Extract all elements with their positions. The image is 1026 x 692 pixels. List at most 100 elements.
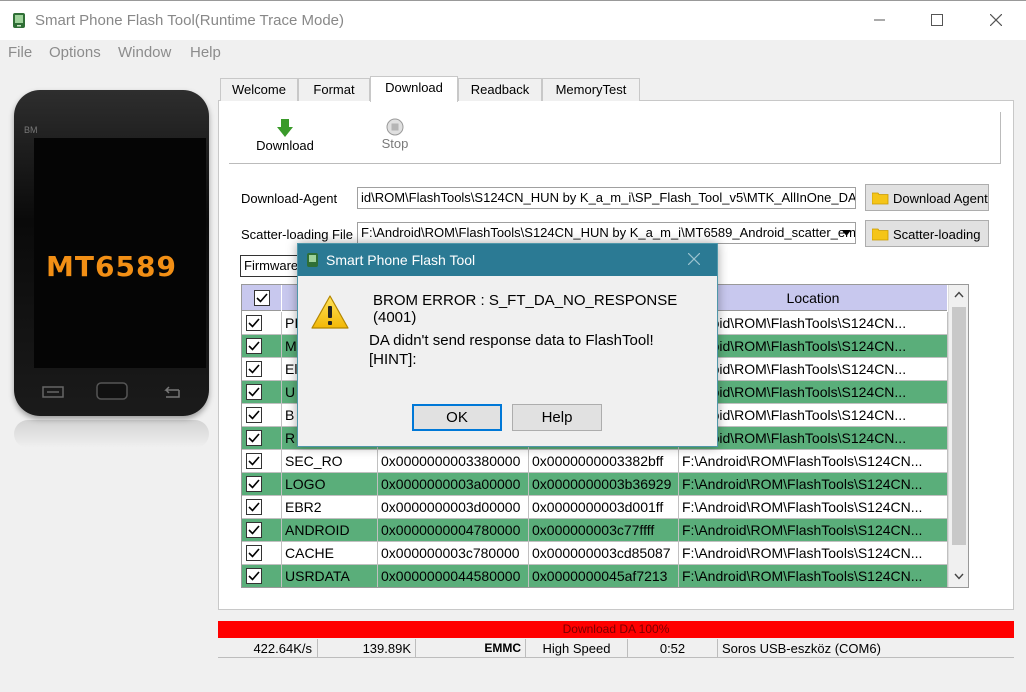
check-icon bbox=[248, 433, 260, 443]
check-icon bbox=[248, 479, 260, 489]
row-select-cell bbox=[242, 335, 282, 358]
stop-button[interactable]: Stop bbox=[365, 112, 425, 162]
app-icon bbox=[13, 13, 25, 28]
minimize-button[interactable] bbox=[852, 1, 908, 41]
error-dialog: Smart Phone Flash Tool BROM ERROR : S_FT… bbox=[297, 243, 718, 447]
cell-location: F:\Android\ROM\FlashTools\S124CN... bbox=[679, 473, 948, 496]
maximize-button[interactable] bbox=[909, 1, 965, 41]
scatter-label: Scatter-loading File bbox=[241, 227, 353, 242]
row-checkbox[interactable] bbox=[246, 361, 262, 377]
download-agent-label: Download-Agent bbox=[241, 191, 338, 206]
help-button[interactable]: Help bbox=[512, 404, 602, 431]
dialog-title: Smart Phone Flash Tool bbox=[326, 252, 476, 268]
table-row[interactable]: EBR2 0x0000000003d00000 0x0000000003d001ff… bbox=[242, 496, 948, 519]
menu-help[interactable]: Help bbox=[190, 44, 221, 61]
cell-location: F:\Android\ROM\FlashTools\S124CN... bbox=[679, 542, 948, 565]
scatter-select[interactable]: F:\Android\ROM\FlashTools\S124CN_HUN by … bbox=[357, 222, 856, 244]
cell-location: Android\ROM\FlashTools\S124CN... bbox=[679, 358, 948, 381]
cell-begin: 0x0000000044580000 bbox=[378, 565, 529, 587]
download-arrow-icon bbox=[277, 119, 293, 137]
header-location: Location bbox=[679, 285, 948, 311]
table-row[interactable]: SEC_RO 0x0000000003380000 0x0000000003382b… bbox=[242, 450, 948, 473]
row-checkbox[interactable] bbox=[246, 476, 262, 492]
check-icon bbox=[248, 410, 260, 420]
download-agent-button[interactable]: Download Agent bbox=[865, 184, 989, 211]
vertical-scrollbar[interactable] bbox=[948, 285, 968, 587]
row-checkbox[interactable] bbox=[246, 499, 262, 515]
tab-readback[interactable]: Readback bbox=[458, 78, 542, 101]
menu-options[interactable]: Options bbox=[49, 44, 101, 61]
cell-location: F:\Android\ROM\FlashTools\S124CN... bbox=[679, 450, 948, 473]
title-bar: Smart Phone Flash Tool(Runtime Trace Mod… bbox=[0, 0, 1026, 40]
cell-location: Android\ROM\FlashTools\S124CN... bbox=[679, 312, 948, 335]
progress-bar: Download DA 100% bbox=[218, 621, 1014, 638]
check-icon bbox=[248, 571, 260, 581]
row-select-cell bbox=[242, 542, 282, 565]
row-select-cell bbox=[242, 427, 282, 450]
check-icon bbox=[256, 293, 268, 303]
row-checkbox[interactable] bbox=[246, 384, 262, 400]
menu-bar: File Options Window Help bbox=[0, 40, 1026, 65]
cell-location: Android\ROM\FlashTools\S124CN... bbox=[679, 427, 948, 450]
cell-begin: 0x0000000003a00000 bbox=[378, 473, 529, 496]
check-icon bbox=[248, 364, 260, 374]
menu-key-icon bbox=[42, 386, 64, 398]
row-checkbox[interactable] bbox=[246, 522, 262, 538]
download-button[interactable]: Download bbox=[247, 112, 323, 162]
chevron-up-icon[interactable] bbox=[954, 291, 964, 298]
cell-end: 0x000000003cd85087 bbox=[529, 542, 679, 565]
cell-begin: 0x0000000003380000 bbox=[378, 450, 529, 473]
row-select-cell bbox=[242, 450, 282, 473]
cell-name: SEC_RO bbox=[282, 450, 378, 473]
menu-window[interactable]: Window bbox=[118, 44, 171, 61]
cell-begin: 0x0000000003d00000 bbox=[378, 496, 529, 519]
check-icon bbox=[248, 387, 260, 397]
check-icon bbox=[248, 548, 260, 558]
check-icon bbox=[248, 502, 260, 512]
table-row[interactable]: LOGO 0x0000000003a00000 0x0000000003b36929… bbox=[242, 473, 948, 496]
tab-format[interactable]: Format bbox=[298, 78, 370, 101]
tab-download[interactable]: Download bbox=[370, 76, 458, 102]
tab-welcome[interactable]: Welcome bbox=[220, 78, 298, 101]
tab-memorytest[interactable]: MemoryTest bbox=[542, 78, 640, 101]
minimize-icon bbox=[874, 19, 885, 21]
table-row[interactable]: USRDATA 0x0000000044580000 0x0000000045af7… bbox=[242, 565, 948, 587]
phone-brand: BM bbox=[24, 125, 38, 135]
table-row[interactable]: CACHE 0x000000003c780000 0x000000003cd8508… bbox=[242, 542, 948, 565]
row-checkbox[interactable] bbox=[246, 568, 262, 584]
select-all-checkbox[interactable] bbox=[254, 290, 270, 306]
table-row[interactable]: ANDROID 0x0000000004780000 0x000000003c77f… bbox=[242, 519, 948, 542]
row-checkbox[interactable] bbox=[246, 545, 262, 561]
dialog-title-bar: Smart Phone Flash Tool bbox=[298, 244, 717, 276]
status-time: 0:52 bbox=[628, 639, 718, 658]
cell-begin: 0x000000003c780000 bbox=[378, 542, 529, 565]
row-checkbox[interactable] bbox=[246, 430, 262, 446]
menu-file[interactable]: File bbox=[8, 44, 32, 61]
header-select-all[interactable] bbox=[242, 285, 282, 311]
row-select-cell bbox=[242, 404, 282, 427]
row-checkbox[interactable] bbox=[246, 407, 262, 423]
cell-begin: 0x0000000004780000 bbox=[378, 519, 529, 542]
status-bar: 422.64K/s 139.89K EMMC High Speed 0:52 S… bbox=[218, 639, 1014, 658]
scatter-loading-button-label: Scatter-loading bbox=[893, 227, 981, 242]
cell-location: F:\Android\ROM\FlashTools\S124CN... bbox=[679, 519, 948, 542]
phone-image: BM MT6589 bbox=[14, 90, 209, 416]
cell-name: LOGO bbox=[282, 473, 378, 496]
dialog-close-icon[interactable] bbox=[688, 253, 700, 265]
cell-name: ANDROID bbox=[282, 519, 378, 542]
close-button[interactable] bbox=[968, 1, 1024, 41]
stop-icon bbox=[386, 118, 404, 136]
ok-button[interactable]: OK bbox=[412, 404, 502, 431]
download-agent-field[interactable]: id\ROM\FlashTools\S124CN_HUN by K_a_m_i\… bbox=[357, 187, 856, 209]
scatter-loading-button[interactable]: Scatter-loading bbox=[865, 220, 989, 247]
row-checkbox[interactable] bbox=[246, 315, 262, 331]
row-checkbox[interactable] bbox=[246, 453, 262, 469]
row-select-cell bbox=[242, 473, 282, 496]
scrollbar-thumb[interactable] bbox=[952, 307, 966, 545]
dialog-error: BROM ERROR : S_FT_DA_NO_RESPONSE (4001) bbox=[373, 292, 678, 326]
cell-end: 0x0000000003d001ff bbox=[529, 496, 679, 519]
progress-text: Download DA 100% bbox=[562, 622, 670, 636]
row-checkbox[interactable] bbox=[246, 338, 262, 354]
chevron-down-icon[interactable] bbox=[954, 573, 964, 580]
scatter-value: F:\Android\ROM\FlashTools\S124CN_HUN by … bbox=[361, 225, 856, 240]
